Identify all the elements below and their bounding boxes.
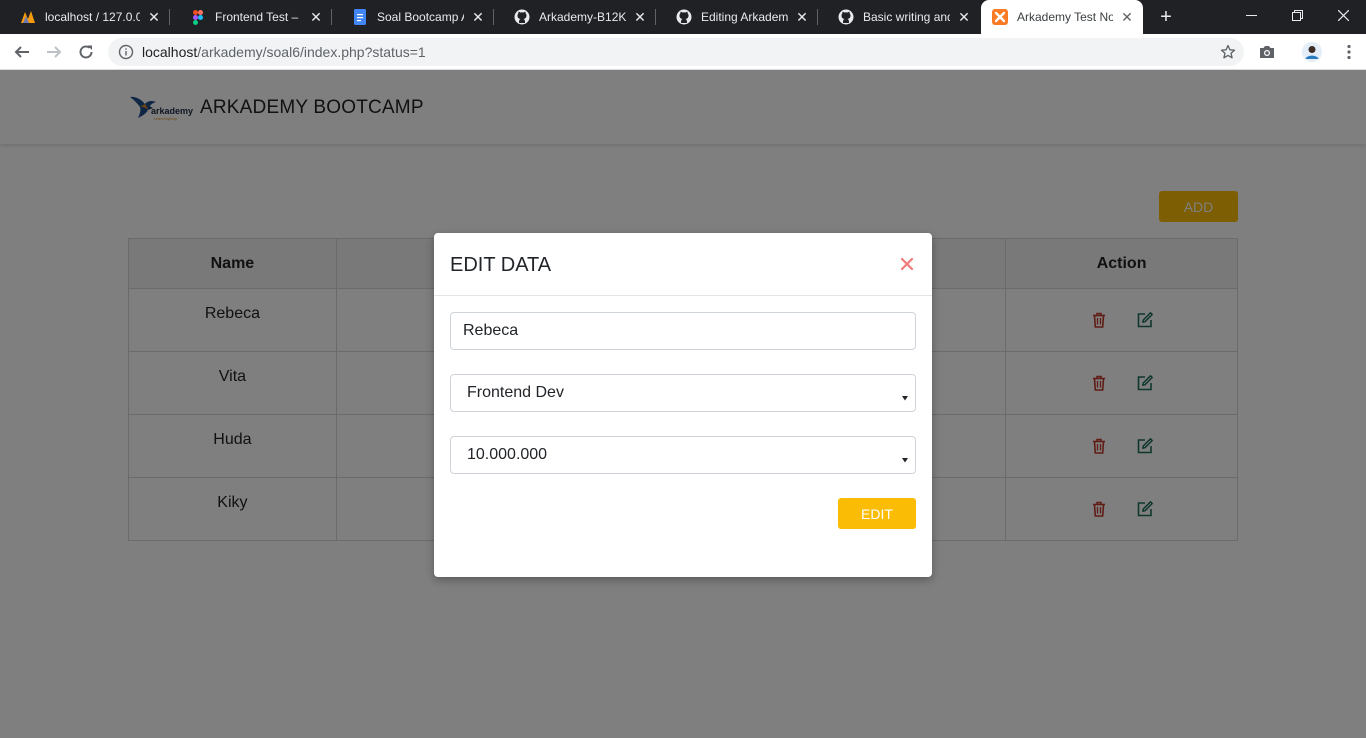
close-icon[interactable] [898,255,916,273]
google-docs-icon [352,9,368,25]
tab-title: localhost / 127.0.0.1 [45,10,140,24]
browser-tab[interactable]: Frontend Test – Figma ✕ [170,0,332,34]
github-icon [838,9,854,25]
close-tab-icon[interactable]: ✕ [470,9,486,25]
modal-title: EDIT DATA [450,254,552,276]
bookmark-star-icon[interactable] [1220,44,1236,60]
minimize-button[interactable] [1228,0,1274,30]
salary-select[interactable]: 10.000.000 [450,436,916,474]
xampp-icon [992,9,1008,25]
browser-tab-active[interactable]: Arkademy Test No ✕ [981,0,1143,34]
url-text: localhost/arkademy/soal6/index.php?statu… [142,44,426,60]
modal-header: EDIT DATA [434,233,932,296]
browser-tab[interactable]: Editing Arkademy- ✕ [656,0,818,34]
close-tab-icon[interactable]: ✕ [308,9,324,25]
browser-tab[interactable]: localhost / 127.0.0.1 ✕ [0,0,170,34]
page: arkademy Learn Anything ARKADEMY BOOTCAM… [0,70,1366,738]
tab-title: Soal Bootcamp Arkademy [377,10,464,24]
salary-select-value: 10.000.000 [467,446,548,463]
browser-tab[interactable]: Arkademy-B12K2- ✕ [494,0,656,34]
browser-toolbar: localhost/arkademy/soal6/index.php?statu… [0,34,1366,70]
name-input-value: Rebeca [463,322,519,339]
work-select-value: Frontend Dev [467,384,564,401]
camera-extension-icon[interactable] [1253,38,1281,66]
close-tab-icon[interactable]: ✕ [794,9,810,25]
tab-title: Arkademy-B12K2- [539,10,626,24]
edit-submit-button[interactable]: EDIT [838,498,916,529]
tab-title: Frontend Test – Figma [215,10,302,24]
browser-tab[interactable]: Basic writing and f ✕ [818,0,980,34]
menu-kebab-icon[interactable] [1335,38,1363,66]
close-tab-icon[interactable]: ✕ [1119,9,1135,25]
work-select[interactable]: Frontend Dev [450,374,916,412]
phpmyadmin-icon [20,9,36,25]
tab-title: Arkademy Test No [1017,10,1113,24]
profile-avatar[interactable] [1298,38,1326,66]
close-tab-icon[interactable]: ✕ [632,9,648,25]
github-icon [676,9,692,25]
browser-tab-bar: localhost / 127.0.0.1 ✕ Frontend Test – … [0,0,1366,34]
forward-button[interactable] [40,38,68,66]
close-window-button[interactable] [1320,0,1366,30]
tab-title: Editing Arkademy- [701,10,788,24]
close-tab-icon[interactable]: ✕ [146,9,162,25]
new-tab-button[interactable]: + [1154,5,1178,29]
close-tab-icon[interactable]: ✕ [956,9,972,25]
browser-tab[interactable]: Soal Bootcamp Arkademy ✕ [332,0,494,34]
back-button[interactable] [8,38,36,66]
info-icon[interactable] [118,44,134,60]
caret-down-icon [901,451,909,463]
edit-data-modal: EDIT DATA Rebeca Frontend Dev 10.000.000… [434,233,932,577]
url-host: localhost [142,44,198,60]
caret-down-icon [901,389,909,401]
url-path: /arkademy/soal6/index.php?status=1 [197,44,426,60]
restore-button[interactable] [1274,0,1320,30]
reload-button[interactable] [72,38,100,66]
github-icon [514,9,530,25]
figma-icon [190,9,206,25]
address-bar[interactable]: localhost/arkademy/soal6/index.php?statu… [108,38,1244,66]
name-input[interactable]: Rebeca [450,312,916,350]
tab-title: Basic writing and f [863,10,950,24]
